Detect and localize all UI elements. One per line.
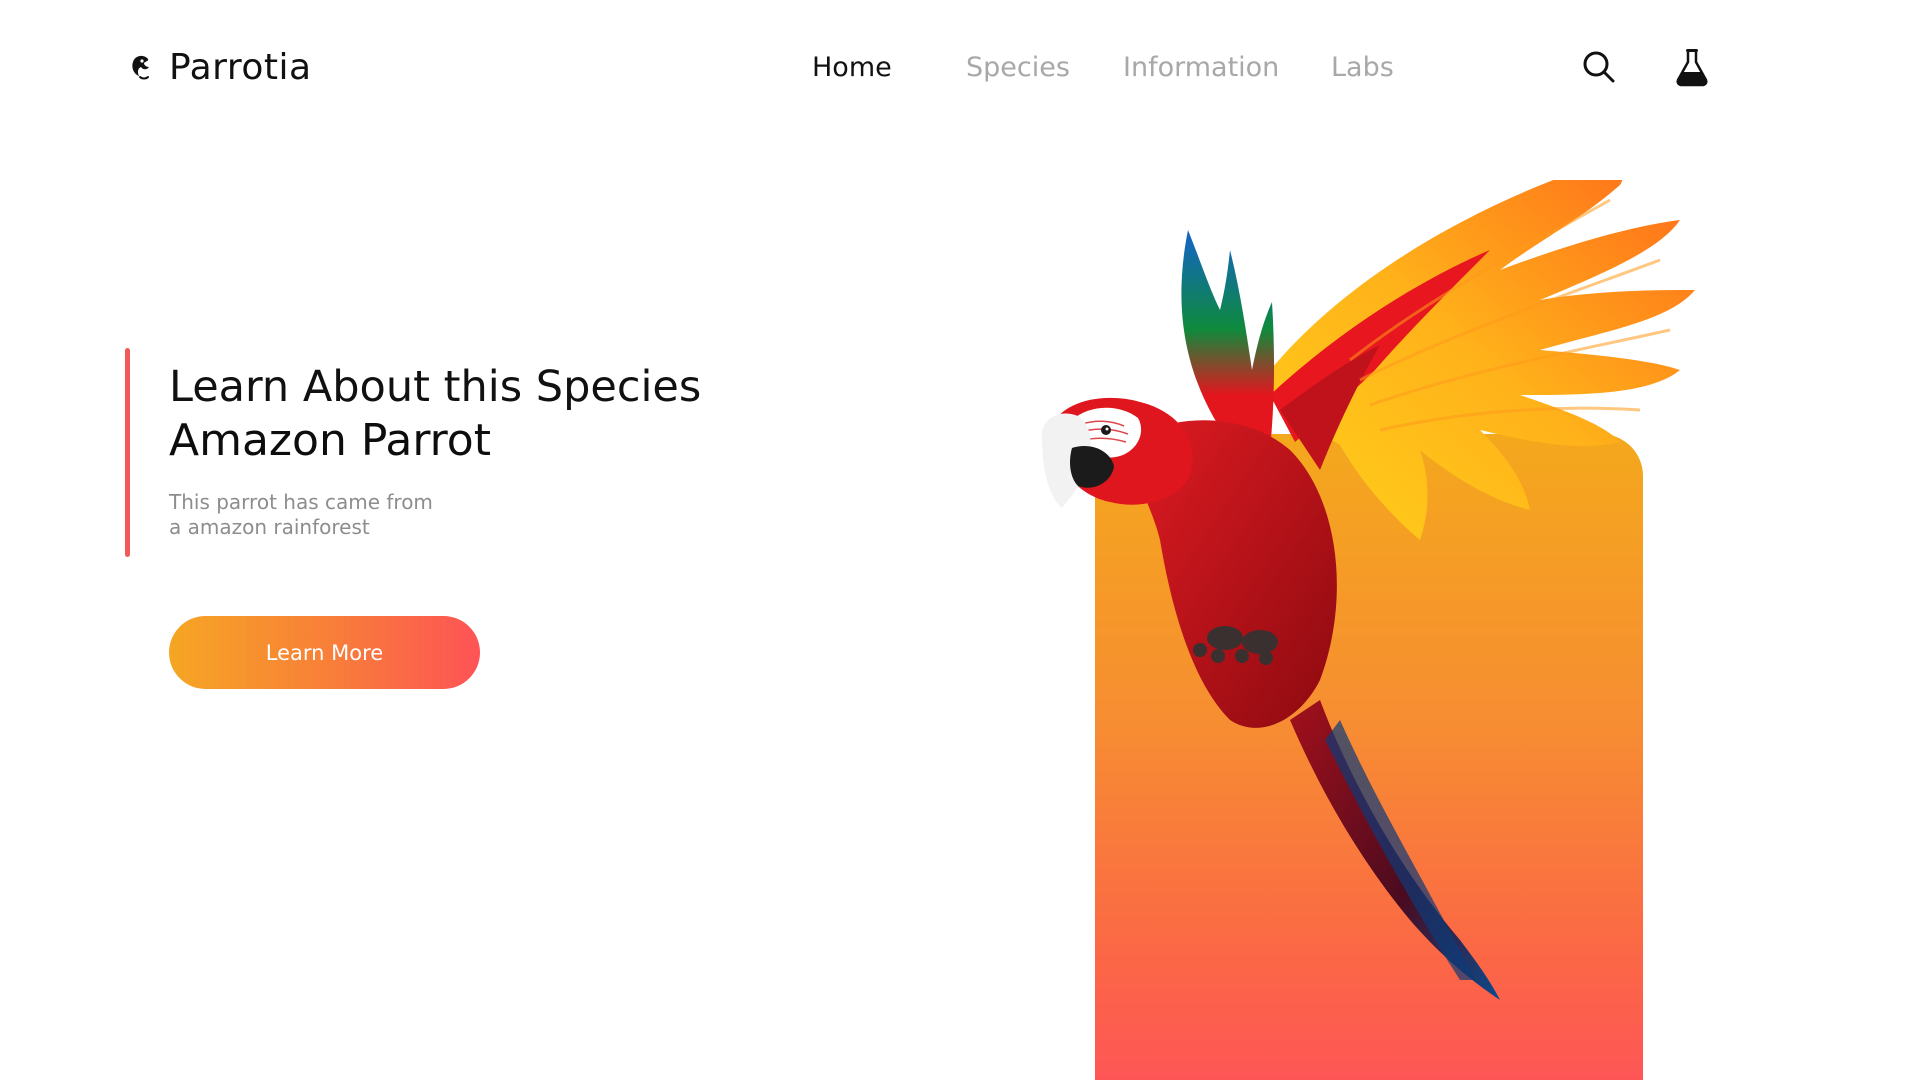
- labs-button[interactable]: [1670, 45, 1714, 89]
- parrot-head-icon: [132, 55, 149, 80]
- description-line-1: This parrot has came from: [169, 490, 433, 514]
- species-description: This parrot has came from a amazon rainf…: [169, 490, 529, 540]
- nav-item-species[interactable]: Species: [966, 48, 1070, 88]
- flask-icon: [1676, 49, 1708, 87]
- nav-item-labs[interactable]: Labs: [1331, 48, 1394, 88]
- nav-item-home[interactable]: Home: [812, 48, 892, 88]
- brand[interactable]: Parrotia: [127, 42, 312, 92]
- hero-heading: Learn About this Species: [169, 362, 702, 412]
- learn-more-button[interactable]: Learn More: [169, 616, 480, 689]
- search-icon: [1583, 51, 1615, 83]
- search-button[interactable]: [1577, 45, 1621, 89]
- brand-name: Parrotia: [169, 46, 312, 88]
- species-name: Amazon Parrot: [169, 415, 491, 466]
- macaw-parrot-illustration: [1041, 180, 1695, 1000]
- nav-item-information[interactable]: Information: [1123, 48, 1279, 88]
- accent-bar: [125, 348, 130, 557]
- description-line-2: a amazon rainforest: [169, 515, 370, 539]
